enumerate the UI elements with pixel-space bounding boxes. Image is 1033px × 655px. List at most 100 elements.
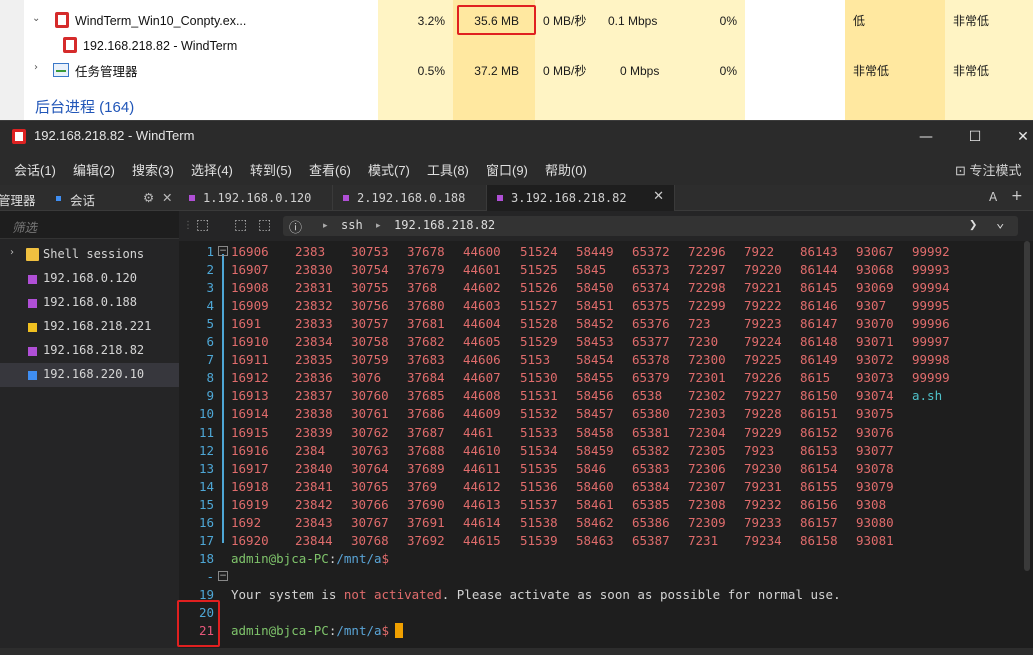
output-cell: 65385 bbox=[632, 496, 670, 512]
tab-session-1[interactable]: 1.192.168.0.120 bbox=[179, 185, 333, 211]
tab-manager[interactable]: 管理器 bbox=[0, 190, 36, 209]
menu-goto[interactable]: 转到(5) bbox=[250, 160, 292, 179]
output-cell: 58462 bbox=[576, 514, 614, 530]
tab-session[interactable]: 会话 bbox=[70, 190, 95, 209]
output-cell: 51524 bbox=[520, 244, 558, 259]
close-icon[interactable]: ✕ bbox=[162, 190, 172, 205]
output-cell: 58457 bbox=[576, 406, 614, 422]
output-cell: 2384 bbox=[295, 442, 326, 458]
output-cell: 37686 bbox=[407, 406, 445, 422]
output-cell: 58454 bbox=[576, 352, 614, 368]
menu-mode[interactable]: 模式(7) bbox=[368, 160, 410, 179]
output-cell: 23839 bbox=[295, 424, 333, 440]
output-cell: 44605 bbox=[463, 334, 501, 350]
output-cell: 51526 bbox=[520, 280, 558, 296]
sidebar-item-session[interactable]: 192.168.218.221 bbox=[0, 315, 179, 339]
menu-help[interactable]: 帮助(0) bbox=[545, 160, 587, 179]
output-cell: 86149 bbox=[800, 352, 838, 368]
output-cell: 72297 bbox=[688, 262, 726, 278]
chevron-down-icon[interactable]: ⌄ bbox=[32, 13, 40, 24]
output-cell: 44613 bbox=[463, 496, 501, 512]
sidebar-item-session[interactable]: 192.168.0.188 bbox=[0, 291, 179, 315]
output-cell: 58453 bbox=[576, 334, 614, 350]
memory-highlight-box bbox=[457, 5, 536, 35]
tab-close-icon[interactable]: ✕ bbox=[653, 189, 664, 204]
output-cell: 65380 bbox=[632, 406, 670, 422]
output-cell: 51530 bbox=[520, 370, 558, 386]
output-cell: 79221 bbox=[744, 280, 782, 296]
tab-session-3[interactable]: 3.192.168.218.82 ✕ bbox=[487, 185, 675, 211]
output-cell: 65373 bbox=[632, 262, 670, 278]
minimize-button[interactable]: — bbox=[914, 127, 938, 147]
info-icon[interactable]: ⓘ bbox=[289, 217, 302, 236]
tab-session-2[interactable]: 2.192.168.0.188 bbox=[333, 185, 487, 211]
output-cell: 37683 bbox=[407, 352, 445, 368]
maximize-button[interactable]: ☐ bbox=[963, 127, 987, 147]
sidebar-item-session-selected[interactable]: 192.168.220.10 bbox=[0, 363, 179, 387]
menu-tools[interactable]: 工具(8) bbox=[427, 160, 469, 179]
path-segment-protocol[interactable]: ssh bbox=[341, 218, 363, 232]
activation-warning-line: Your system is not activated. Please act… bbox=[231, 587, 841, 602]
new-tab-plus-icon[interactable]: + bbox=[1011, 188, 1023, 204]
menu-window[interactable]: 窗口(9) bbox=[486, 160, 528, 179]
output-cell: 51529 bbox=[520, 334, 558, 350]
focus-mode-button[interactable]: ⊡ 专注模式 bbox=[955, 160, 1022, 179]
text-cursor bbox=[395, 623, 404, 639]
terminal-scrollbar[interactable] bbox=[1024, 241, 1030, 571]
title-bar[interactable]: 192.168.218.82 - WindTerm — ☐ ✕ bbox=[0, 120, 1033, 151]
window-title: 192.168.218.82 - WindTerm bbox=[34, 128, 195, 143]
gear-icon[interactable]: ⚙ bbox=[143, 190, 154, 205]
terminal-area[interactable]: 1 2 3 4 5 6 7 8 9 10 11 12 13 14 15 16 17 18-19 20 21− −1690… bbox=[179, 241, 1033, 655]
sidebar-item-session[interactable]: 192.168.0.120 bbox=[0, 267, 179, 291]
sidebar-folder-shell-sessions[interactable]: › Shell sessions bbox=[0, 243, 179, 267]
output-cell: 93073 bbox=[856, 370, 894, 386]
output-cell: 44611 bbox=[463, 460, 501, 476]
output-cell: 16920 bbox=[231, 532, 269, 548]
output-cell: 30765 bbox=[351, 478, 389, 494]
output-cell: 37689 bbox=[407, 460, 445, 476]
output-cell: 16916 bbox=[231, 442, 269, 458]
process-subrow-windterm-window[interactable]: 192.168.218.82 - WindTerm bbox=[24, 33, 1033, 58]
duplicate-session-icon[interactable]: ⬚ bbox=[234, 217, 247, 233]
chevron-right-icon[interactable]: › bbox=[34, 62, 38, 73]
menu-view[interactable]: 查看(6) bbox=[309, 160, 351, 179]
menu-search[interactable]: 搜索(3) bbox=[132, 160, 174, 179]
filter-field[interactable]: 筛选 bbox=[0, 211, 179, 239]
output-cell: 3769 bbox=[407, 478, 438, 494]
session-path-bar[interactable]: ⓘ ▸ ssh ▸ 192.168.218.82 ❯ ⌄ bbox=[283, 215, 1018, 236]
output-cell: 86146 bbox=[800, 298, 838, 314]
output-cell: 30766 bbox=[351, 496, 389, 512]
output-cell: 51535 bbox=[520, 460, 558, 476]
fold-toggle-icon[interactable]: − bbox=[218, 246, 228, 256]
output-cell: 65383 bbox=[632, 460, 670, 476]
output-cell: 93070 bbox=[856, 316, 894, 332]
path-separator-icon: ▸ bbox=[376, 221, 381, 231]
line-number: 2 bbox=[206, 262, 214, 278]
chevron-right-icon[interactable]: ❯ bbox=[969, 217, 977, 233]
background-processes-heading[interactable]: 后台进程 (164) bbox=[35, 96, 134, 117]
output-cell: 44603 bbox=[463, 298, 501, 314]
sidebar-item-session[interactable]: 192.168.218.82 bbox=[0, 339, 179, 363]
a-button[interactable]: A bbox=[989, 190, 997, 204]
chevron-right-icon[interactable]: › bbox=[10, 247, 14, 258]
line-number: 11 bbox=[198, 424, 214, 440]
output-cell: 30759 bbox=[351, 352, 389, 368]
line-number: 12 bbox=[198, 442, 214, 458]
output-cell: 16915 bbox=[231, 424, 269, 440]
output-cell: 65372 bbox=[632, 244, 670, 259]
copy-session-icon[interactable]: ⬚ bbox=[258, 217, 271, 233]
path-segment-host[interactable]: 192.168.218.82 bbox=[394, 218, 495, 232]
menu-session[interactable]: 会话(1) bbox=[14, 160, 56, 179]
output-cell: 44610 bbox=[463, 442, 501, 458]
menu-select[interactable]: 选择(4) bbox=[191, 160, 233, 179]
close-button[interactable]: ✕ bbox=[1011, 127, 1033, 147]
new-session-icon[interactable]: ⬚ bbox=[196, 217, 209, 233]
output-cell: 86143 bbox=[800, 244, 838, 259]
output-cell: 16917 bbox=[231, 460, 269, 476]
session-label: 192.168.218.82 bbox=[43, 343, 145, 357]
output-cell: 23835 bbox=[295, 352, 333, 368]
chevron-down-icon[interactable]: ⌄ bbox=[996, 215, 1004, 231]
output-cell: 93076 bbox=[856, 424, 894, 440]
fold-toggle-icon[interactable]: − bbox=[218, 570, 228, 581]
menu-edit[interactable]: 编辑(2) bbox=[73, 160, 115, 179]
